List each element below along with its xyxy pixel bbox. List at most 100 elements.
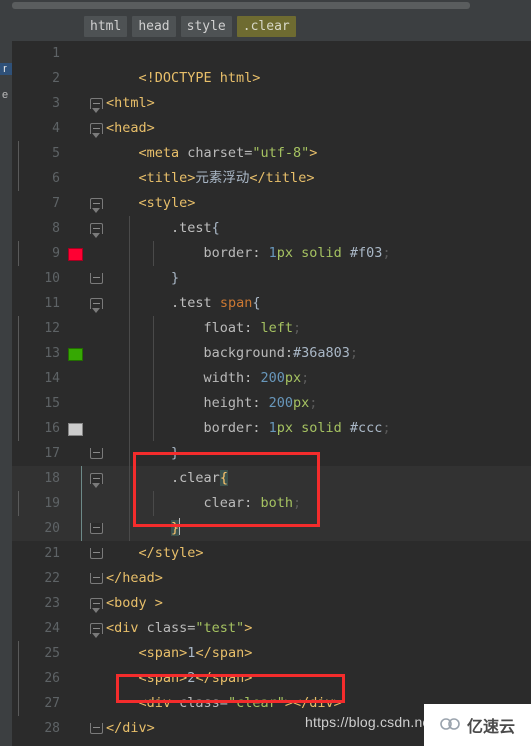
code-line[interactable]: 5 <meta charset="utf-8"> [12,141,531,166]
color-swatch-f03[interactable] [68,248,83,261]
breadcrumb: html head style .clear [12,11,531,41]
fold-control[interactable] [90,216,103,241]
horizontal-scrollbar-thumb[interactable] [12,2,470,9]
code-line[interactable]: 11 .test span{ [12,291,531,316]
code-line[interactable]: 4 <head> [12,116,531,141]
code-line[interactable]: 2 <!DOCTYPE html> [12,66,531,91]
code-line[interactable]: 16 border: 1px solid #ccc; [12,416,531,441]
code-line[interactable]: 1 [12,41,531,66]
code-line[interactable]: 10 } [12,266,531,291]
breadcrumb-item-clear[interactable]: .clear [236,15,296,37]
line-number: 28 [44,721,60,736]
line-content: <title>元素浮动</title> [106,166,315,191]
line-number: 26 [44,671,60,686]
breadcrumb-item-html[interactable]: html [84,15,128,37]
color-swatch-36a803[interactable] [68,348,83,361]
code-line[interactable]: 22 </head> [12,566,531,591]
fold-control[interactable] [90,266,103,291]
line-content: <!DOCTYPE html> [106,66,261,91]
fold-control[interactable] [90,116,103,141]
line-number: 19 [44,496,60,511]
fold-guide [18,241,19,266]
line-content: } [106,441,179,466]
fold-guide [18,416,19,441]
fold-guide [18,391,19,416]
selection-marker [81,466,82,491]
line-number: 1 [52,46,60,61]
token-prop-height: height: [203,395,261,411]
line-number: 5 [52,146,60,161]
line-number: 3 [52,96,60,111]
fold-control[interactable] [90,441,103,466]
text-caret [179,518,181,535]
line-content: border: 1px solid #ccc; [106,416,391,441]
code-line[interactable]: 19 clear: both; [12,491,531,516]
breadcrumb-item-style[interactable]: style [180,15,232,37]
fold-arrow-icon [92,233,100,238]
code-line[interactable]: 26 <span>2</span> [12,666,531,691]
code-line[interactable]: 9 border: 1px solid #f03; [12,241,531,266]
line-number: 16 [44,421,60,436]
line-content: <div class="test"> [106,616,252,641]
token-prop-border: border: [203,245,261,261]
fold-control[interactable] [90,716,103,741]
fold-arrow-icon [92,108,100,113]
token-num-200: 200 [268,395,293,411]
fold-control[interactable] [90,466,103,491]
code-line[interactable]: 24 <div class="test"> [12,616,531,641]
fold-control[interactable] [90,541,103,566]
fold-control[interactable] [90,616,103,641]
code-line[interactable]: 7 <style> [12,191,531,216]
fold-collapse-icon[interactable] [90,273,103,284]
token-brace-open-highlighted: { [219,470,228,486]
code-line[interactable]: 17 } [12,441,531,466]
token-kw-left: left [260,320,293,336]
fold-collapse-icon[interactable] [90,723,103,734]
fold-collapse-icon[interactable] [90,523,103,534]
token-unit-px: px [276,420,293,436]
token-tag-head-close: </head> [106,570,163,586]
code-line[interactable]: 14 width: 200px; [12,366,531,391]
code-line[interactable]: 21 </style> [12,541,531,566]
fold-guide [18,316,19,341]
fold-control[interactable] [90,191,103,216]
cloud-icon [440,716,462,735]
token-val-test: "test" [195,620,245,636]
token-tag-div-open: <div [106,620,147,636]
fold-collapse-icon[interactable] [90,448,103,459]
token-kw-solid: solid [301,420,342,436]
fold-arrow-icon [92,133,100,138]
token-brace-close-highlighted: } [171,520,180,536]
token-prop-border: border: [203,420,261,436]
line-content: border: 1px solid #f03; [106,241,391,266]
code-line[interactable]: 13 background:#36a803; [12,341,531,366]
fold-collapse-icon[interactable] [90,548,103,559]
breadcrumb-item-head[interactable]: head [132,15,176,37]
token-tag-head-open: <head> [106,120,155,136]
fold-control[interactable] [90,291,103,316]
code-line[interactable]: 20 } [12,516,531,541]
code-editor[interactable]: 1 2 <!DOCTYPE html> 3 <html> 4 <head> 5 … [12,41,531,746]
code-line[interactable]: 12 float: left; [12,316,531,341]
fold-control[interactable] [90,91,103,116]
code-line[interactable]: 23 <body > [12,591,531,616]
fold-collapse-icon[interactable] [90,573,103,584]
fold-guide [18,491,19,516]
code-line[interactable]: 25 <span>1</span> [12,641,531,666]
line-content: <head> [106,116,155,141]
color-swatch-ccc[interactable] [68,423,83,436]
line-number: 11 [44,296,60,311]
selection-marker [81,491,82,516]
token-unit-px: px [284,370,302,386]
code-line[interactable]: 15 height: 200px; [12,391,531,416]
token-semicolon: ; [292,495,302,511]
code-line[interactable]: 18 .clear{ [12,466,531,491]
code-line[interactable]: 6 <title>元素浮动</title> [12,166,531,191]
fold-control[interactable] [90,516,103,541]
code-line[interactable]: 3 <html> [12,91,531,116]
token-hex-36a803: #36a803 [292,345,350,361]
fold-control[interactable] [90,566,103,591]
fold-control[interactable] [90,591,103,616]
code-line[interactable]: 8 .test{ [12,216,531,241]
line-content: </div> [106,716,155,741]
